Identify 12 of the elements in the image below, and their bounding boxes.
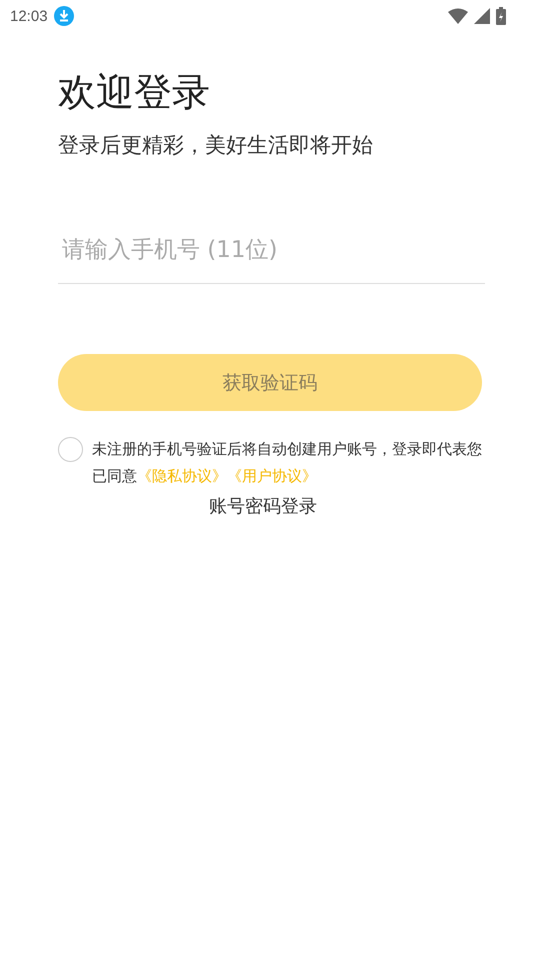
page-title: 欢迎登录 bbox=[58, 69, 211, 116]
agreement-text: 未注册的手机号验证后将自动创建用户账号，登录即代表您已同意《隐私协议》《用户协议》 bbox=[92, 439, 482, 487]
page-subtitle: 登录后更精彩，美好生活即将开始 bbox=[58, 132, 374, 159]
password-login-link[interactable]: 账号密码登录 bbox=[209, 494, 317, 518]
status-time: 12:03 bbox=[10, 8, 48, 24]
agreement-link[interactable]: 《隐私协议》 bbox=[137, 467, 227, 485]
agreement-checkbox[interactable] bbox=[58, 437, 83, 462]
agreement-link[interactable]: 《用户协议》 bbox=[227, 467, 317, 485]
signal-icon bbox=[474, 8, 490, 24]
battery-icon bbox=[496, 7, 506, 25]
wifi-icon bbox=[448, 8, 468, 24]
download-icon bbox=[54, 6, 74, 26]
